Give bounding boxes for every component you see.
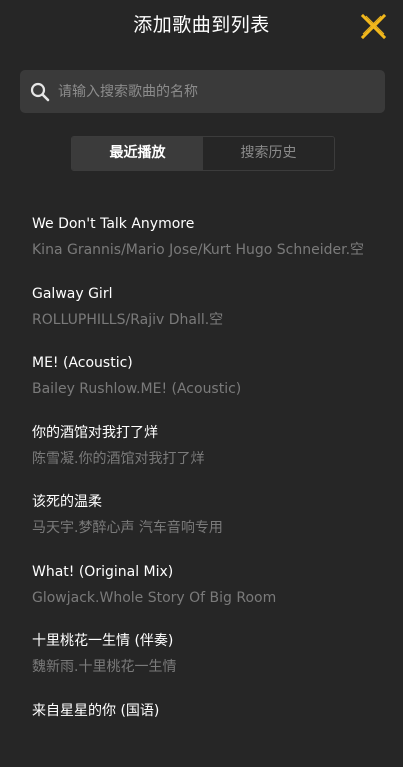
song-item[interactable]: Galway Girl ROLLUPHILLS/Rajiv Dhall.空: [32, 281, 392, 351]
search-box[interactable]: [20, 70, 385, 113]
tab-group: 最近播放 搜索历史: [71, 136, 335, 171]
tab-search-history[interactable]: 搜索历史: [203, 137, 334, 170]
song-title: 你的酒馆对我打了烊: [32, 420, 392, 446]
search-icon: [30, 82, 50, 102]
song-artist: ROLLUPHILLS/Rajiv Dhall.空: [32, 307, 392, 333]
song-artist: 马天宇.梦醉心声 汽车音响专用: [32, 515, 392, 541]
song-title: What! (Original Mix): [32, 559, 392, 585]
song-title: Galway Girl: [32, 281, 392, 307]
song-title: 来自星星的你 (国语): [32, 698, 392, 724]
close-button[interactable]: [360, 13, 387, 40]
song-item[interactable]: We Don't Talk Anymore Kina Grannis/Mario…: [32, 211, 392, 281]
song-artist: Glowjack.Whole Story Of Big Room: [32, 585, 392, 611]
tab-recent-played[interactable]: 最近播放: [72, 137, 203, 170]
song-title: ME! (Acoustic): [32, 350, 392, 376]
song-item[interactable]: 来自星星的你 (国语): [32, 698, 392, 767]
song-title: We Don't Talk Anymore: [32, 211, 392, 237]
song-artist: Bailey Rushlow.ME! (Acoustic): [32, 376, 392, 402]
song-item[interactable]: 该死的温柔 马天宇.梦醉心声 汽车音响专用: [32, 489, 392, 559]
song-artist: Kina Grannis/Mario Jose/Kurt Hugo Schnei…: [32, 237, 392, 263]
song-artist: 陈雪凝.你的酒馆对我打了烊: [32, 446, 392, 472]
search-input[interactable]: [58, 70, 373, 113]
page-title: 添加歌曲到列表: [0, 12, 403, 38]
song-item[interactable]: ME! (Acoustic) Bailey Rushlow.ME! (Acous…: [32, 350, 392, 420]
song-item[interactable]: What! (Original Mix) Glowjack.Whole Stor…: [32, 559, 392, 629]
song-title: 该死的温柔: [32, 489, 392, 515]
close-x-icon: [360, 13, 387, 40]
song-artist: 魏新雨.十里桃花一生情: [32, 654, 392, 680]
song-list: We Don't Talk Anymore Kina Grannis/Mario…: [32, 211, 392, 767]
header: 添加歌曲到列表: [0, 0, 403, 52]
song-item[interactable]: 你的酒馆对我打了烊 陈雪凝.你的酒馆对我打了烊: [32, 420, 392, 490]
song-title: 十里桃花一生情 (伴奏): [32, 628, 392, 654]
song-item[interactable]: 十里桃花一生情 (伴奏) 魏新雨.十里桃花一生情: [32, 628, 392, 698]
